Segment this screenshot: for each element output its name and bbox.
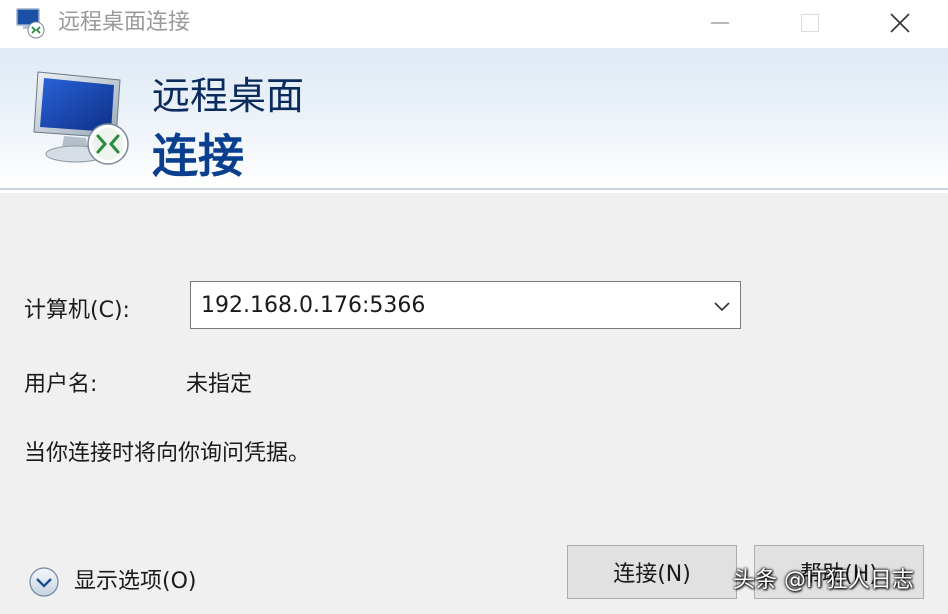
chevron-down-icon[interactable] [712, 296, 732, 316]
title-bar: 远程桌面连接 [0, 0, 948, 48]
minimize-icon [711, 22, 729, 24]
banner-subtitle: 连接 [152, 129, 244, 183]
connect-button[interactable]: 连接(N) [567, 545, 737, 599]
watermark-text: 头条 @IT狂人日志 [733, 568, 914, 593]
computer-combobox[interactable]: 192.168.0.176:5366 [190, 281, 741, 329]
username-label: 用户名: [24, 372, 98, 397]
show-options-toggle[interactable]: 显示选项(O) [28, 564, 228, 600]
close-button[interactable] [855, 0, 945, 46]
header-banner [0, 48, 948, 188]
close-icon [890, 13, 910, 33]
expand-circle-icon [29, 567, 59, 597]
username-value: 未指定 [186, 372, 253, 397]
computer-label: 计算机(C): [24, 298, 130, 323]
computer-input[interactable]: 192.168.0.176:5366 [201, 291, 425, 321]
remote-desktop-icon [16, 8, 45, 39]
maximize-button[interactable] [765, 0, 855, 46]
banner-title: 远程桌面 [152, 74, 305, 118]
maximize-icon [801, 14, 819, 32]
window-title: 远程桌面连接 [58, 10, 191, 35]
show-options-label: 显示选项(O) [74, 569, 197, 594]
minimize-button[interactable] [675, 0, 765, 46]
credentials-note: 当你连接时将向你询问凭据。 [24, 441, 311, 466]
monitor-remote-icon [33, 71, 129, 165]
banner-divider-highlight [0, 190, 948, 193]
